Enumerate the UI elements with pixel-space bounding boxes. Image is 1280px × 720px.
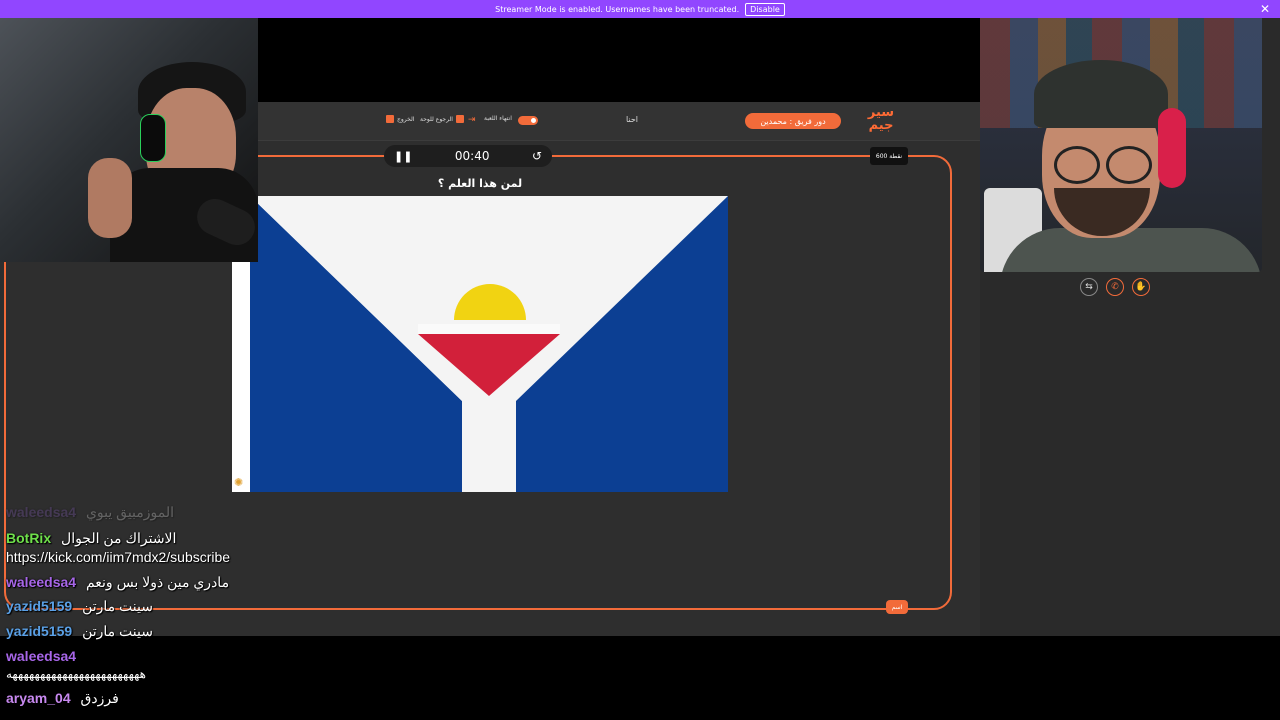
hand-icon[interactable]: ✋: [1132, 278, 1150, 296]
chat-text: فرزدق: [80, 690, 119, 706]
chat-text: سينت مارتن: [82, 623, 153, 639]
exit-icon: [386, 115, 394, 123]
webcam-figure-cap: [1034, 60, 1168, 128]
chat-message: waleedsa4 مادري مين ذولا بس ونعم: [6, 574, 229, 591]
gear-icon: ✺: [234, 476, 244, 489]
webcam-figure-glasses: [1106, 146, 1152, 184]
exit-label: الخروج: [397, 115, 415, 123]
end-game-toggle[interactable]: [518, 116, 538, 125]
webcam-figure-body: [1000, 228, 1262, 272]
question-text: لمن هذا العلم ؟: [437, 177, 523, 190]
chat-username: waleedsa4: [6, 648, 77, 664]
guest-webcam: [980, 18, 1262, 272]
team-turn-pill: دور فريق : محمدين: [745, 113, 841, 129]
restart-icon[interactable]: ↺: [532, 149, 542, 163]
chat-username: yazid5159: [6, 623, 73, 639]
chat-message: ههههههههههههههههههههههههه: [6, 667, 146, 681]
chat-username: yazid5159: [6, 598, 73, 614]
streamer-mode-banner: Streamer Mode is enabled. Usernames have…: [0, 0, 1280, 18]
back-board-label: الرجوع للوحة: [420, 115, 453, 123]
grid-icon: [455, 115, 464, 123]
disable-streamer-mode-button[interactable]: Disable: [745, 2, 785, 16]
close-icon[interactable]: ✕: [1260, 2, 1270, 16]
chat-message: waleedsa4: [6, 648, 82, 664]
banner-text: Streamer Mode is enabled. Usernames have…: [495, 4, 740, 14]
exit-button[interactable]: الخروج: [386, 115, 414, 123]
pause-icon[interactable]: ❚❚: [394, 150, 412, 163]
team-name: احنا: [626, 115, 639, 124]
phone-icon[interactable]: ✆: [1106, 278, 1124, 296]
chat-message: BotRix الاشتراك من الجوال: [6, 530, 176, 547]
flag-saint-martin: [232, 196, 728, 492]
chat-message: aryam_04 فرزدق: [6, 690, 119, 707]
chat-message: https://kick.com/iim7mdx2/subscribe: [6, 549, 230, 565]
back-to-board-button[interactable]: الرجوع للوحة: [420, 115, 464, 123]
answer-button[interactable]: اسم: [886, 600, 908, 614]
timer-bar: ❚❚ 00:40 ↺: [384, 145, 552, 167]
chat-text: ههههههههههههههههههههههههه: [6, 667, 146, 681]
webcam-figure-headset: [140, 114, 166, 162]
end-game-label: انتهاء اللعبة: [484, 115, 512, 122]
webcam-figure-glasses: [1054, 146, 1100, 184]
swap-icon[interactable]: ⇆: [1080, 278, 1098, 296]
arrow-icon: ⇥: [468, 115, 476, 125]
game-logo: سير جيم: [867, 105, 895, 133]
chat-username: waleedsa4: [6, 574, 77, 590]
webcam-figure-headphone: [1158, 108, 1186, 188]
webcam-figure-hand: [88, 158, 132, 238]
stream-letterbox-top: [258, 18, 980, 102]
call-controls: ⇆ ✆ ✋: [1080, 278, 1150, 296]
chat-username: aryam_04: [6, 690, 71, 706]
end-game-button[interactable]: انتهاء اللعبة: [484, 115, 512, 122]
chat-message: waleedsa4 الموزمبيق يبوي: [6, 504, 174, 521]
streamer-webcam: [0, 18, 258, 262]
chat-message: yazid5159 سينت مارتن: [6, 623, 153, 640]
chat-username: BotRix: [6, 530, 52, 546]
chat-text: سينت مارتن: [82, 598, 153, 614]
chat-text: مادري مين ذولا بس ونعم: [85, 574, 230, 590]
chat-username: waleedsa4: [6, 504, 77, 520]
chat-text: الموزمبيق يبوي: [85, 504, 175, 520]
points-badge: 600 نقطة: [870, 147, 908, 165]
timer-value: 00:40: [454, 149, 490, 163]
flag-image: [232, 196, 728, 492]
chat-text: الاشتراك من الجوال: [61, 530, 177, 546]
chat-message: yazid5159 سينت مارتن: [6, 598, 153, 615]
stream-letterbox-bottom: [0, 636, 1280, 720]
chat-text: https://kick.com/iim7mdx2/subscribe: [6, 549, 231, 565]
